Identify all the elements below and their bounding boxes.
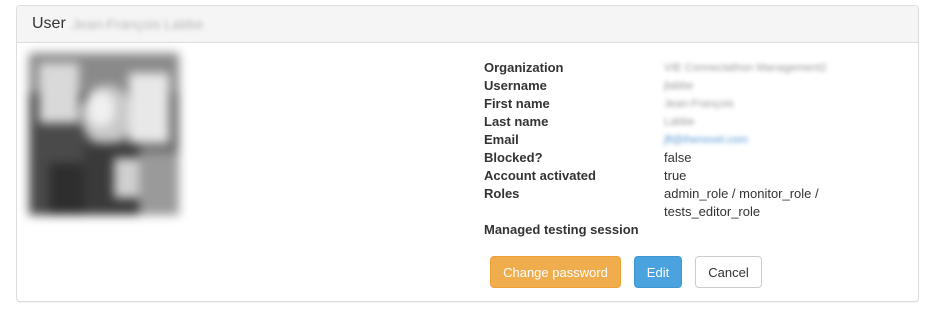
cancel-button[interactable]: Cancel (695, 256, 762, 288)
detail-row-account-activated: Account activated true (484, 167, 884, 185)
organization-value: VIE Connectathon Management2 (664, 62, 827, 74)
detail-row-blocked: Blocked? false (484, 149, 884, 167)
panel-heading: User Jean-François Labbe (17, 6, 918, 43)
blocked-label: Blocked? (484, 150, 543, 165)
account-activated-label: Account activated (484, 168, 596, 183)
detail-row-managed-testing-session: Managed testing session (484, 221, 884, 239)
roles-value: admin_role / monitor_role / tests_editor… (664, 186, 819, 219)
panel-title-username: Jean-François Labbe (71, 16, 204, 32)
edit-button[interactable]: Edit (634, 256, 682, 288)
email-link[interactable]: jfl@ihenovel.com (664, 131, 844, 149)
username-label: Username (484, 78, 547, 93)
avatar (29, 53, 179, 215)
email-label: Email (484, 132, 519, 147)
last-name-value: Labbe (664, 116, 695, 128)
last-name-label: Last name (484, 114, 549, 129)
user-panel: User Jean-François Labbe Organization VI… (16, 5, 919, 302)
blocked-value: false (664, 150, 692, 165)
detail-row-email: Email jfl@ihenovel.com (484, 131, 884, 149)
panel-title: User (32, 15, 66, 32)
first-name-label: First name (484, 96, 550, 111)
roles-label: Roles (484, 186, 520, 201)
action-buttons: Change password Edit Cancel (490, 256, 762, 288)
detail-row-last-name: Last name Labbe (484, 113, 884, 131)
managed-testing-session-label: Managed testing session (484, 222, 639, 237)
account-activated-value: true (664, 168, 687, 183)
first-name-value: Jean-François (664, 98, 734, 110)
user-details: Organization VIE Connectathon Management… (484, 59, 884, 239)
organization-label: Organization (484, 60, 564, 75)
detail-row-username: Username jlabbe (484, 77, 884, 95)
detail-row-first-name: First name Jean-François (484, 95, 884, 113)
detail-row-organization: Organization VIE Connectathon Management… (484, 59, 884, 77)
username-value: jlabbe (664, 80, 694, 92)
detail-row-roles: Roles admin_role / monitor_role / tests_… (484, 185, 884, 221)
change-password-button[interactable]: Change password (490, 256, 621, 288)
